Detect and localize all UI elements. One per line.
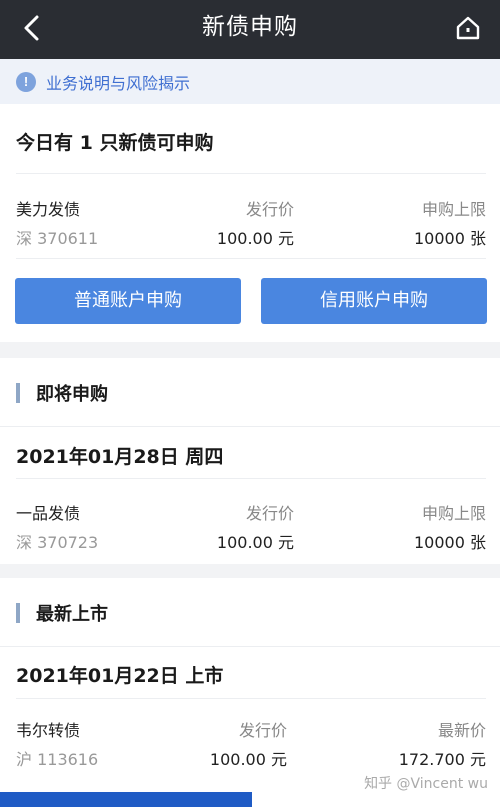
- notice-text: 业务说明与风险揭示: [46, 73, 191, 93]
- latest-price-block: 最新价 172.700 元: [399, 717, 486, 770]
- divider: [16, 258, 486, 259]
- limit-label: 申购上限: [421, 504, 486, 523]
- limit-block: 申购上限 10000 张: [414, 500, 486, 553]
- issue-price-label: 发行价: [245, 504, 294, 523]
- issue-price-block: 发行价 100.00 元: [210, 717, 287, 770]
- bond-info: 一品发债 深 370723: [16, 500, 98, 553]
- bond-name: 美力发债: [16, 200, 81, 219]
- today-headline: 今日有 1 只新债可申购: [16, 132, 214, 154]
- upcoming-date: 2021年01月28日 周四: [16, 446, 224, 468]
- issue-price-block: 发行价 100.00 元: [217, 500, 294, 553]
- bond-info: 韦尔转债 沪 113616: [16, 717, 98, 770]
- bond-name: 一品发债: [16, 504, 81, 523]
- limit-value: 10000 张: [414, 229, 486, 248]
- bond-info: 美力发债 深 370611: [16, 196, 98, 249]
- limit-block: 申购上限 10000 张: [414, 196, 486, 249]
- limit-label: 申购上限: [421, 200, 486, 219]
- issue-price-block: 发行价 100.00 元: [217, 196, 294, 249]
- section-marker: [16, 383, 20, 403]
- home-icon: [456, 16, 480, 40]
- divider: [0, 426, 500, 427]
- normal-account-subscribe-button[interactable]: 普通账户申购: [15, 278, 241, 324]
- info-icon: !: [16, 71, 36, 92]
- divider: [16, 698, 486, 699]
- divider: [0, 646, 500, 647]
- section-title: 最新上市: [36, 604, 108, 625]
- issue-price-value: 100.00 元: [216, 533, 294, 552]
- latest-price-value: 172.700 元: [398, 750, 486, 769]
- issue-price-label: 发行价: [238, 721, 287, 740]
- section-header: 最新上市: [16, 600, 108, 626]
- bond-code: 沪 113616: [16, 750, 99, 769]
- issue-price-label: 发行价: [245, 200, 294, 219]
- watermark: 知乎 @Vincent wu: [364, 776, 488, 792]
- bond-code: 深 370723: [16, 533, 99, 552]
- divider: [16, 173, 486, 174]
- bond-code: 深 370611: [16, 229, 99, 248]
- page-title: 新债申购: [202, 14, 298, 40]
- home-button[interactable]: [450, 10, 486, 46]
- bond-name: 韦尔转债: [16, 721, 81, 740]
- listed-date: 2021年01月22日 上市: [16, 665, 224, 687]
- risk-notice-link[interactable]: ! 业务说明与风险揭示: [0, 59, 500, 104]
- upcoming-section: 即将申购 2021年01月28日 周四 一品发债 深 370723 发行价 10…: [0, 358, 500, 564]
- latest-price-label: 最新价: [437, 721, 486, 740]
- section-marker: [16, 603, 20, 623]
- top-nav-bar: 新债申购: [0, 0, 500, 59]
- issue-price-value: 100.00 元: [216, 229, 294, 248]
- issue-price-value: 100.00 元: [209, 750, 287, 769]
- section-title: 即将申购: [36, 384, 108, 405]
- bottom-tab-indicator[interactable]: [0, 792, 252, 807]
- credit-account-subscribe-button[interactable]: 信用账户申购: [261, 278, 487, 324]
- divider: [16, 478, 486, 479]
- today-subscription-card: 今日有 1 只新债可申购 美力发债 深 370611 发行价 100.00 元 …: [0, 104, 500, 342]
- limit-value: 10000 张: [414, 533, 486, 552]
- section-header: 即将申购: [16, 380, 108, 406]
